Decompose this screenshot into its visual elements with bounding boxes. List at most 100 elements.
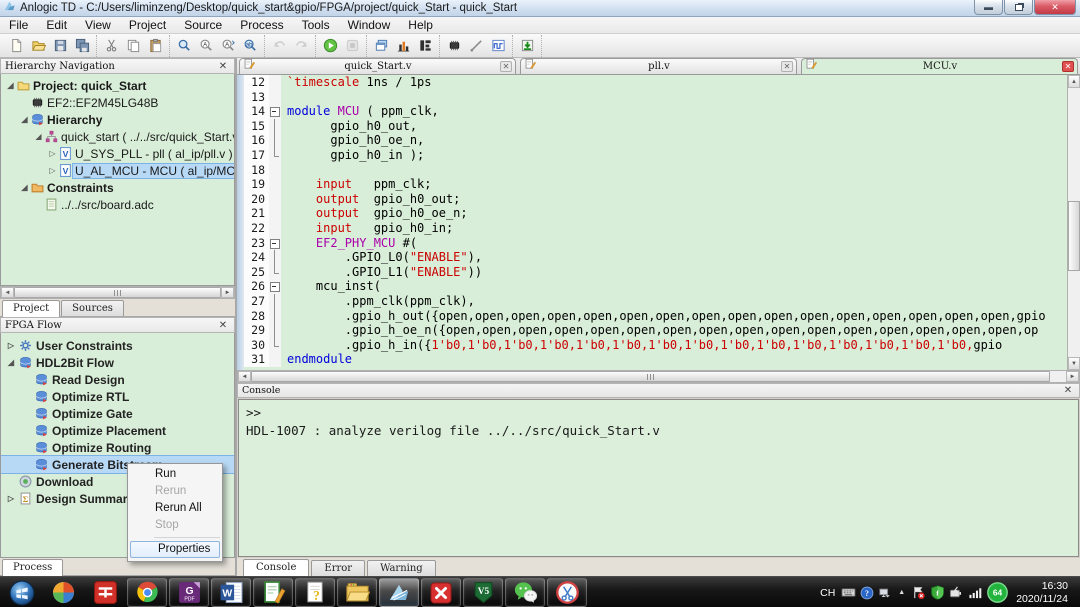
menu-file[interactable]: File: [0, 18, 37, 32]
menu-help[interactable]: Help: [399, 18, 442, 32]
waveform-button[interactable]: [487, 35, 509, 57]
hierarchy-panel-close-icon[interactable]: ✕: [216, 61, 230, 72]
save-button[interactable]: [49, 35, 71, 57]
code-line-25[interactable]: 25 .GPIO_L1("ENABLE")): [244, 265, 1067, 280]
context-menu-properties[interactable]: Properties: [130, 541, 220, 558]
scroll-right-icon[interactable]: ►: [1066, 371, 1079, 382]
code-line-17[interactable]: 17 gpio_h0_in );: [244, 148, 1067, 163]
fold-collapse-icon[interactable]: [269, 279, 281, 294]
taskbar-foxit-pdf[interactable]: GPDF: [169, 578, 209, 607]
code-line-12[interactable]: 12`timescale 1ns / 1ps: [244, 75, 1067, 90]
chip-button[interactable]: [443, 35, 465, 57]
code-line-21[interactable]: 21 output gpio_h0_oe_n;: [244, 206, 1067, 221]
tray-keyboard-icon[interactable]: [841, 585, 856, 600]
taskbar-anlogic-td[interactable]: [379, 578, 419, 607]
taskbar-clock[interactable]: 16:302020/11/24: [1012, 580, 1074, 606]
collapse-icon[interactable]: ◢: [19, 183, 30, 192]
menu-project[interactable]: Project: [120, 18, 175, 32]
new-file-button[interactable]: [5, 35, 27, 57]
tab-project[interactable]: Project: [2, 300, 60, 317]
tray-battery-64-icon[interactable]: 64: [987, 582, 1008, 603]
editor-tab-pll-v[interactable]: pll.v✕: [520, 58, 797, 74]
code-line-31[interactable]: 31endmodule: [244, 352, 1067, 367]
hierarchy-hscrollbar[interactable]: ◄ ►: [0, 286, 235, 299]
console-panel-close-icon[interactable]: ✕: [1061, 385, 1075, 396]
fold-collapse-icon[interactable]: [269, 236, 281, 251]
code-line-24[interactable]: 24 .GPIO_L0("ENABLE"),: [244, 250, 1067, 265]
bar-chart-alt-button[interactable]: [414, 35, 436, 57]
tray-action-flag-icon[interactable]: [911, 585, 926, 600]
fold-collapse-icon[interactable]: [269, 104, 281, 119]
tree-item-ef2ef2m45lg48b[interactable]: EF2::EF2M45LG48B: [1, 94, 234, 111]
tree-item-quick_start[interactable]: ◢quick_start ( ../../src/quick_Start.v ): [1, 128, 234, 145]
editor-hscrollbar[interactable]: ◄ ►: [237, 370, 1080, 383]
fpga-flow-panel-close-icon[interactable]: ✕: [216, 320, 230, 331]
tree-item-constraints[interactable]: ◢Constraints: [1, 179, 234, 196]
menu-edit[interactable]: Edit: [37, 18, 76, 32]
scroll-right-icon[interactable]: ►: [221, 287, 234, 298]
scroll-left-icon[interactable]: ◄: [1, 287, 14, 298]
code-line-19[interactable]: 19 input ppm_clk;: [244, 177, 1067, 192]
taskbar-green-editor[interactable]: [253, 578, 293, 607]
restore-button[interactable]: [1004, 0, 1033, 15]
expand-icon[interactable]: ▷: [5, 341, 17, 350]
tray-signal-bars-icon[interactable]: [968, 585, 983, 600]
tab-error[interactable]: Error: [311, 560, 365, 576]
find-button[interactable]: A: [195, 35, 217, 57]
editor-tab-quick_start-v[interactable]: quick_Start.v✕: [239, 58, 516, 74]
tree-item-hierarchy[interactable]: ◢Hierarchy: [1, 111, 234, 128]
menu-process[interactable]: Process: [231, 18, 292, 32]
taskbar-youdao-app[interactable]: [85, 578, 125, 607]
collapse-icon[interactable]: ◢: [5, 81, 16, 90]
zoom-button[interactable]: [173, 35, 195, 57]
code-line-18[interactable]: 18: [244, 163, 1067, 178]
paste-button[interactable]: [144, 35, 166, 57]
code-line-30[interactable]: 30 .gpio_h_in({1'b0,1'b0,1'b0,1'b0,1'b0,…: [244, 338, 1067, 353]
close-button[interactable]: ✕: [1034, 0, 1076, 15]
bar-chart-button[interactable]: [392, 35, 414, 57]
scroll-down-icon[interactable]: ▼: [1068, 357, 1080, 370]
menu-source[interactable]: Source: [175, 18, 231, 32]
download-button[interactable]: [516, 35, 538, 57]
expand-icon[interactable]: ▷: [5, 494, 17, 503]
code-line-23[interactable]: 23 EF2_PHY_MCU #(: [244, 236, 1067, 251]
code-line-20[interactable]: 20 output gpio_h0_out;: [244, 192, 1067, 207]
tab-process[interactable]: Process: [2, 559, 63, 576]
find-in-files-button[interactable]: ab: [239, 35, 261, 57]
taskbar-red-x-app[interactable]: [421, 578, 461, 607]
tray-shield-icon[interactable]: f: [930, 585, 945, 600]
scroll-up-icon[interactable]: ▲: [1068, 75, 1080, 88]
taskbar-chrome[interactable]: [127, 578, 167, 607]
code-line-26[interactable]: 26 mcu_inst(: [244, 279, 1067, 294]
flow-item-optimize-routing[interactable]: Optimize Routing: [1, 439, 234, 456]
language-indicator[interactable]: CH: [818, 587, 837, 599]
editor-vscrollbar[interactable]: ▲ ▼: [1067, 75, 1080, 370]
taskbar-snipping-tool[interactable]: [547, 578, 587, 607]
flow-item-hdl2bit-flow[interactable]: ◢HDL2Bit Flow: [1, 354, 234, 371]
tray-help-bubble-icon[interactable]: ?: [860, 586, 874, 600]
tab-console[interactable]: Console: [243, 559, 309, 576]
cut-button[interactable]: [100, 35, 122, 57]
taskbar-file-explorer[interactable]: [337, 578, 377, 607]
code-line-29[interactable]: 29 .gpio_h_oe_n({open,open,open,open,ope…: [244, 323, 1067, 338]
cascade-windows-button[interactable]: [370, 35, 392, 57]
flow-item-read-design[interactable]: Read Design: [1, 371, 234, 388]
copy-button[interactable]: [122, 35, 144, 57]
collapse-icon[interactable]: ◢: [19, 115, 30, 124]
expand-icon[interactable]: ▷: [47, 166, 58, 175]
taskbar-start-orb[interactable]: [3, 578, 41, 607]
flow-item-optimize-rtl[interactable]: Optimize RTL: [1, 388, 234, 405]
open-file-button[interactable]: [27, 35, 49, 57]
tree-item-u_sys_pll[interactable]: ▷VU_SYS_PLL - pll ( al_ip/pll.v ): [1, 145, 234, 162]
code-line-16[interactable]: 16 gpio_h0_oe_n,: [244, 133, 1067, 148]
tray-battery-plug-icon[interactable]: [949, 585, 964, 600]
code-line-22[interactable]: 22 input gpio_h0_in;: [244, 221, 1067, 236]
code-editor[interactable]: 12`timescale 1ns / 1ps1314module MCU ( p…: [237, 75, 1080, 370]
taskbar-help-doc[interactable]: ?: [295, 578, 335, 607]
taskbar-v5-app[interactable]: V5: [463, 578, 503, 607]
tab-close-icon[interactable]: ✕: [781, 61, 793, 72]
collapse-icon[interactable]: ◢: [33, 132, 44, 141]
editor-tab-mcu-v[interactable]: MCU.v✕: [801, 58, 1078, 74]
tab-sources[interactable]: Sources: [61, 300, 124, 316]
minimize-button[interactable]: ▬: [974, 0, 1003, 15]
